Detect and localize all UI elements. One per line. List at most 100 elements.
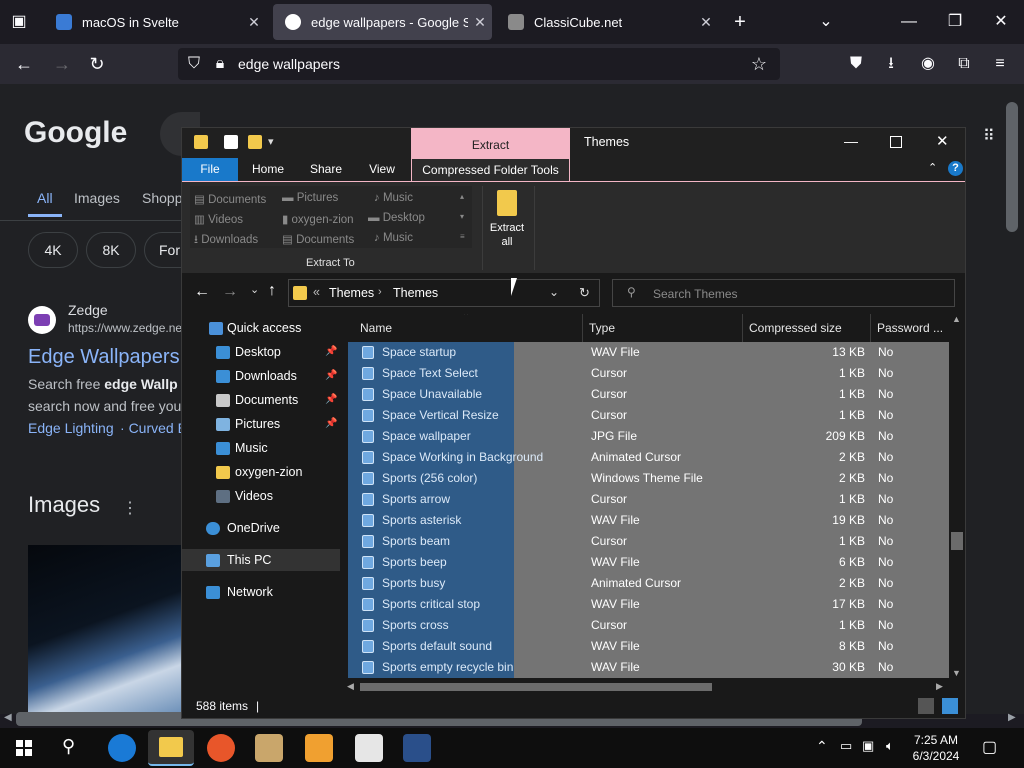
clock-time[interactable]: 7:25 AM (906, 733, 966, 747)
nav-documents[interactable]: Documents 📌 (182, 389, 340, 411)
maximize-window-icon[interactable] (890, 136, 902, 148)
file-row[interactable]: Sports (256 color) Windows Theme File 2 KB… (348, 468, 949, 489)
address-dropdown-icon[interactable]: ⌄ (549, 285, 559, 299)
horizontal-list-scrollbar[interactable]: ◀ ▶ (344, 680, 949, 694)
details-view-icon[interactable] (918, 698, 934, 714)
file-row[interactable]: Sports cross Cursor 1 KB No (348, 615, 949, 636)
new-tab-button[interactable]: + (730, 12, 750, 32)
column-header-name[interactable]: Name (354, 314, 583, 342)
extract-to-downloads[interactable]: ⭳ Downloads (194, 232, 258, 251)
restore-browser-icon[interactable]: ❐ (944, 12, 966, 32)
pin-icon[interactable]: 📌 (325, 365, 337, 387)
app-taskbar-icon-2[interactable] (305, 734, 333, 762)
ribbon-tab-compressed-folder-tools[interactable]: Compressed Folder Tools (411, 158, 570, 181)
clock-date[interactable]: 6/3/2024 (906, 749, 966, 763)
file-row[interactable]: Sports critical stop WAV File 17 KB No (348, 594, 949, 615)
recent-locations-icon[interactable]: ⌄ (250, 283, 259, 296)
chip-8k[interactable]: 8K (86, 232, 136, 268)
up-folder-icon[interactable]: ↑ (268, 282, 276, 300)
nav-music[interactable]: Music (182, 437, 340, 459)
app-taskbar-icon[interactable] (255, 734, 283, 762)
pin-icon[interactable]: 📌 (325, 413, 337, 435)
search-themes-input[interactable]: ⚲ Search Themes (612, 279, 955, 307)
refresh-icon[interactable]: ↻ (579, 285, 590, 301)
account-icon[interactable]: ◉ (917, 54, 939, 74)
address-bar[interactable]: « Themes › Themes ⌄ ↻ (288, 279, 600, 307)
edge-taskbar-icon[interactable] (108, 734, 136, 762)
extract-all-button[interactable]: Extract all (487, 186, 527, 252)
file-explorer-taskbar-button[interactable] (148, 730, 194, 766)
help-icon[interactable]: ? (948, 161, 963, 176)
file-row[interactable]: Space Text Select Cursor 1 KB No (348, 363, 949, 384)
result-sublink[interactable]: Curved E (129, 420, 187, 436)
nav-downloads[interactable]: Downloads 📌 (182, 365, 340, 387)
bookmark-star-icon[interactable]: ☆ (748, 54, 770, 74)
more-options-icon[interactable]: ⋮ (122, 498, 138, 518)
chip-4k[interactable]: 4K (28, 232, 78, 268)
collapse-ribbon-icon[interactable]: ⌃ (928, 161, 937, 174)
ribbon-tab-file[interactable]: File (182, 158, 238, 181)
earth-wallpaper-image[interactable] (28, 545, 181, 714)
minimize-browser-icon[interactable]: — (898, 12, 920, 32)
gallery-expand-icon[interactable]: ≡ (460, 232, 465, 241)
extract-to-documents-2[interactable]: ▤ Documents (282, 232, 354, 246)
file-row[interactable]: Sports beep WAV File 6 KB No (348, 552, 949, 573)
ribbon-tab-share[interactable]: Share (298, 158, 354, 181)
search-taskbar-icon[interactable]: ⚲ (62, 736, 75, 757)
nav-oxygen-zion[interactable]: oxygen-zion (182, 461, 340, 483)
file-row[interactable]: Space Unavailable Cursor 1 KB No (348, 384, 949, 405)
ribbon-tab-home[interactable]: Home (240, 158, 296, 181)
url-text[interactable]: edge wallpapers (238, 56, 340, 72)
file-row[interactable]: Space wallpaper JPG File 209 KB No (348, 426, 949, 447)
show-hidden-icons-icon[interactable]: ⌃ (816, 738, 828, 755)
explorer-titlebar[interactable]: ▾ Extract Themes — ✕ (182, 128, 965, 158)
google-tab-images[interactable]: Images (74, 190, 120, 206)
breadcrumb-item[interactable]: Themes (329, 286, 374, 300)
file-row[interactable]: Space startup WAV File 13 KB No (348, 342, 949, 363)
nav-this-pc[interactable]: This PC (182, 549, 340, 571)
gallery-scroll-down-icon[interactable]: ▾ (460, 212, 464, 221)
back-nav-icon[interactable]: ← (194, 283, 210, 301)
extract-to-music[interactable]: ♪ Music (374, 192, 413, 204)
breadcrumb-item-current[interactable]: Themes (393, 286, 438, 300)
customize-qat-icon[interactable]: ▾ (268, 135, 274, 148)
pocket-icon[interactable]: ⛊ (845, 54, 867, 74)
menu-icon[interactable]: ≡ (989, 54, 1011, 74)
tab-google-search[interactable]: edge wallpapers - Google Search ✕ (273, 4, 492, 40)
minimize-window-icon[interactable]: — (844, 133, 858, 149)
breadcrumb-overflow[interactable]: « (313, 285, 320, 299)
scroll-down-icon[interactable]: ▼ (952, 668, 961, 678)
extract-to-pictures[interactable]: ▬ Pictures (282, 192, 338, 204)
app-taskbar-icon-4[interactable] (403, 734, 431, 762)
extract-to-desktop[interactable]: ▬ Desktop (368, 212, 425, 224)
result-sublink[interactable]: Edge Lighting (28, 420, 114, 436)
tab-macos-in-svelte[interactable]: macOS in Svelte ✕ (44, 4, 266, 40)
column-header-compressed-size[interactable]: Compressed size (743, 314, 871, 342)
file-row[interactable]: Sports empty recycle bin WAV File 30 KB No (348, 657, 949, 678)
nav-desktop[interactable]: Desktop 📌 (182, 341, 340, 363)
nav-pictures[interactable]: Pictures 📌 (182, 413, 340, 435)
reload-icon[interactable]: ↻ (85, 54, 109, 74)
scroll-right-icon[interactable]: ▶ (936, 681, 943, 692)
vertical-scrollbar-thumb[interactable] (951, 532, 963, 550)
result-site-url[interactable]: https://www.zedge.net (68, 321, 185, 335)
tracking-shield-icon[interactable]: ⛉ (184, 54, 204, 74)
nav-quick-access[interactable]: Quick access (182, 317, 340, 339)
column-header-type[interactable]: Type (583, 314, 743, 342)
pin-icon[interactable]: 📌 (325, 341, 337, 363)
extract-to-documents[interactable]: ▤ Documents (194, 192, 266, 206)
file-row[interactable]: Sports default sound WAV File 8 KB No (348, 636, 949, 657)
list-all-tabs-icon[interactable]: ⌄ (815, 12, 837, 32)
forward-icon[interactable]: → (50, 54, 74, 74)
file-row[interactable]: Sports busy Animated Cursor 2 KB No (348, 573, 949, 594)
url-bar[interactable]: ⛉ 🔒︎ edge wallpapers ☆ (178, 48, 780, 80)
google-tab-all[interactable]: All (37, 190, 53, 206)
scroll-up-icon[interactable]: ▲ (952, 314, 961, 324)
file-row[interactable]: Sports arrow Cursor 1 KB No (348, 489, 949, 510)
extensions-icon[interactable]: ⧉ (953, 54, 975, 74)
scroll-left-icon[interactable]: ◀ (4, 712, 12, 723)
file-row[interactable]: Sports asterisk WAV File 19 KB No (348, 510, 949, 531)
google-logo[interactable]: Google (24, 116, 127, 150)
tab-classicube[interactable]: ClassiCube.net ✕ (496, 4, 718, 40)
app-taskbar-icon-3[interactable] (355, 734, 383, 762)
